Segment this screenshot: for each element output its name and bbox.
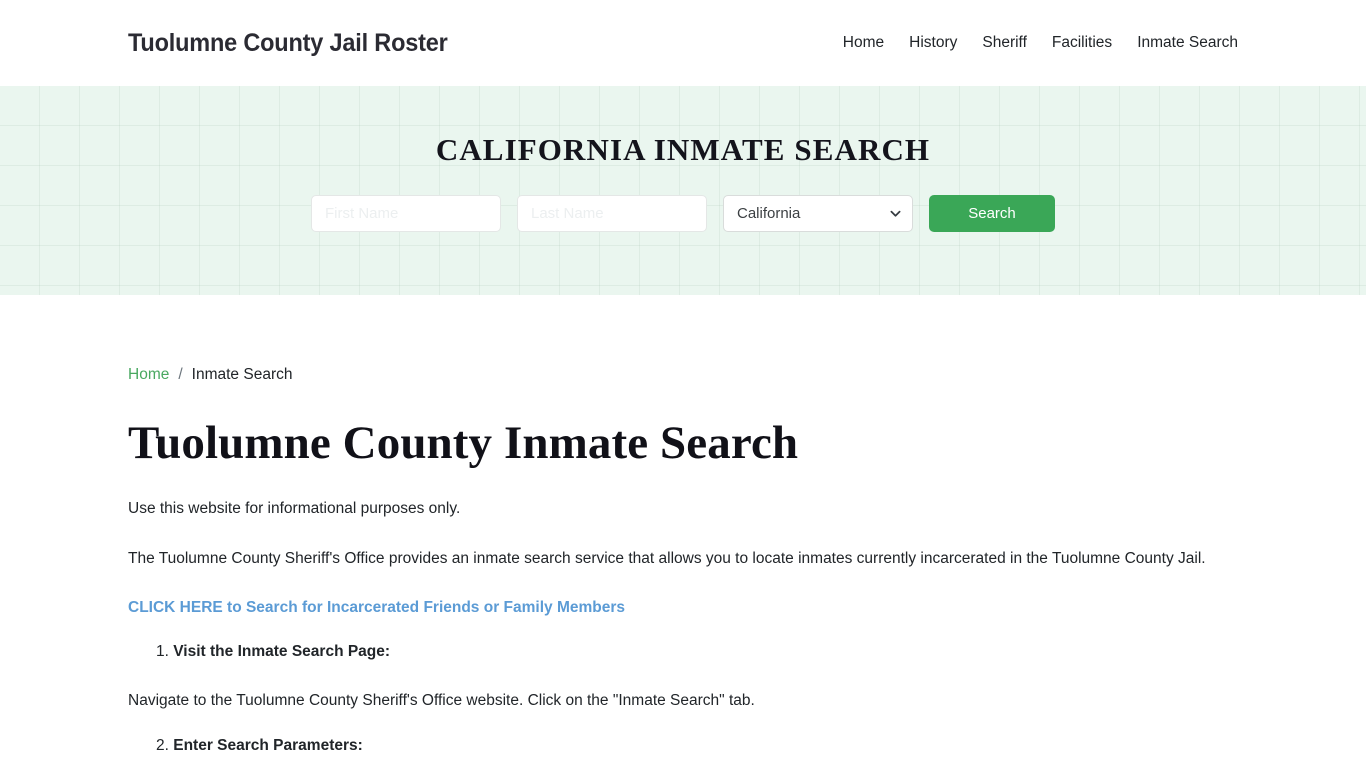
nav-item-inmate-search[interactable]: Inmate Search xyxy=(1137,34,1238,52)
site-logo[interactable]: Tuolumne County Jail Roster xyxy=(128,29,448,58)
state-select[interactable]: California xyxy=(723,195,913,232)
site-header: Tuolumne County Jail Roster Home History… xyxy=(0,0,1366,86)
step-heading-2: Enter Search Parameters: xyxy=(173,737,363,755)
state-select-wrapper: California xyxy=(723,195,913,232)
intro-paragraph: Use this website for informational purpo… xyxy=(128,499,461,517)
search-button[interactable]: Search xyxy=(929,195,1055,232)
last-name-input[interactable] xyxy=(517,195,707,232)
step-heading-1: Visit the Inmate Search Page: xyxy=(173,643,391,661)
step-item-2: 2. Enter Search Parameters: xyxy=(128,737,1238,755)
nav-item-home[interactable]: Home xyxy=(843,34,884,52)
first-name-input[interactable] xyxy=(311,195,501,232)
description-paragraph: The Tuolumne County Sheriff's Office pro… xyxy=(128,549,1206,567)
step-number-2: 2. xyxy=(156,737,169,755)
breadcrumb-separator: / xyxy=(178,366,183,383)
step-number-1: 1. xyxy=(156,643,169,661)
hero-title: CALIFORNIA INMATE SEARCH xyxy=(435,132,931,167)
step-body-1: Navigate to the Tuolumne County Sheriff'… xyxy=(128,692,755,710)
search-friends-family-link[interactable]: CLICK HERE to Search for Incarcerated Fr… xyxy=(128,599,625,617)
nav-item-sheriff[interactable]: Sheriff xyxy=(982,34,1027,52)
nav-item-history[interactable]: History xyxy=(909,34,957,52)
main-content: Home / Inmate Search Tuolumne County Inm… xyxy=(0,366,1366,768)
main-navigation: Home History Sheriff Facilities Inmate S… xyxy=(843,34,1238,52)
hero-search-section: CALIFORNIA INMATE SEARCH California Sear… xyxy=(0,86,1366,295)
step-item-1: 1. Visit the Inmate Search Page: xyxy=(128,643,1238,661)
breadcrumb-home-link[interactable]: Home xyxy=(128,366,169,384)
breadcrumb: Home / Inmate Search xyxy=(128,366,1238,384)
breadcrumb-current: Inmate Search xyxy=(191,366,293,383)
page-title: Tuolumne County Inmate Search xyxy=(128,417,799,469)
inmate-search-form: California Search xyxy=(311,195,1055,232)
nav-item-facilities[interactable]: Facilities xyxy=(1052,34,1112,52)
